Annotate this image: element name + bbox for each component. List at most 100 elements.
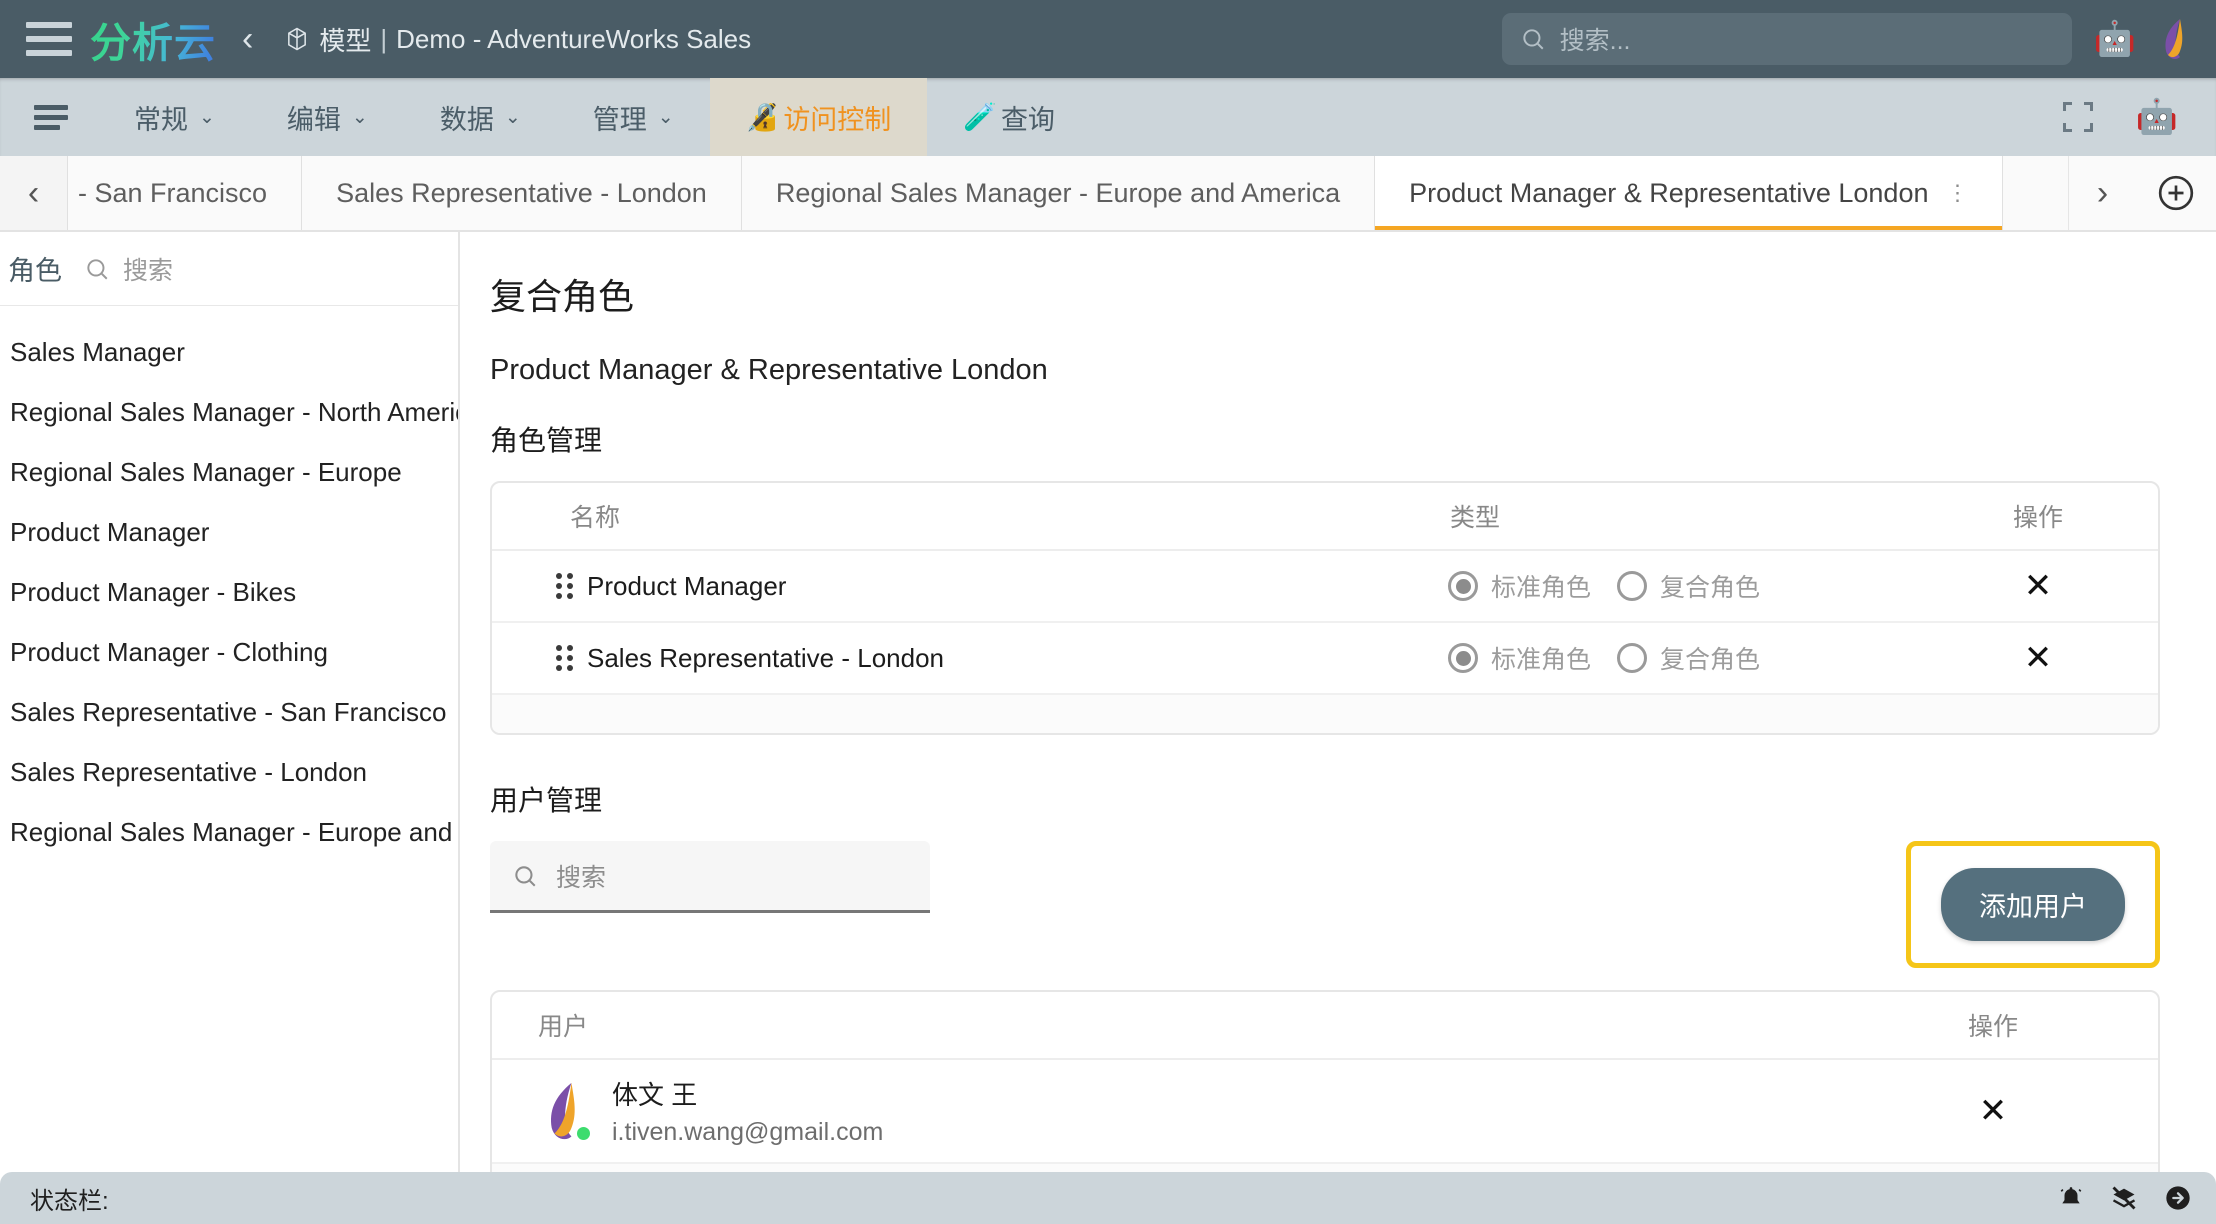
chevron-down-icon: ⌄ [199,106,215,128]
sidebar-item-product-manager[interactable]: Product Manager [0,502,458,562]
role-row-name: Product Manager [587,570,787,601]
user-search-input[interactable]: 搜索 [490,841,930,913]
sidebar-item-sales-representative-london[interactable]: Sales Representative - London [0,742,458,802]
global-search-placeholder: 搜索... [1559,27,1631,55]
role-table-header-type: 类型 [1450,504,1501,532]
assistant-robot-icon[interactable]: 🤖 [2094,22,2136,56]
radio-standard-role[interactable]: 标准角色 [1448,640,1591,676]
search-icon [87,258,108,279]
menu-item-data-label: 数据 [439,104,494,135]
main-content: 复合角色 Product Manager & Representative Lo… [460,232,2216,1172]
bell-icon[interactable] [2058,1185,2084,1211]
role-item-label: Regional Sales Manager - North America [10,396,458,427]
radio-composite-role[interactable]: 复合角色 [1617,568,1760,604]
app-leaf-logo-icon[interactable] [2158,17,2190,61]
tab-list: - San Francisco Sales Representative - L… [68,156,2068,230]
sidebar-item-regional-sales-manager-europe[interactable]: Regional Sales Manager - Europe [0,442,458,502]
fullscreen-icon[interactable] [2060,99,2096,135]
menu-item-general[interactable]: 常规 ⌄ [98,78,251,156]
roles-list: Sales Manager Regional Sales Manager - N… [0,306,458,1172]
tab-scroll-right-button[interactable]: › [2068,156,2136,230]
hamburger-menu-icon[interactable] [26,22,72,56]
layers-off-icon[interactable] [2110,1184,2138,1212]
role-table-footer [492,695,2158,733]
radio-standard-role[interactable]: 标准角色 [1448,568,1591,604]
user-email: i.tiven.wang@gmail.com [612,1118,884,1146]
tab-scroll-left-button[interactable]: ‹ [0,156,68,230]
table-row: 体文 王 i.tiven.wang@gmail.com ✕ [492,1060,2158,1164]
remove-role-button[interactable]: ✕ [2024,641,2053,675]
test-tube-icon: 🧪 [963,102,997,132]
menu-item-query[interactable]: 🧪 查询 [927,78,1091,156]
role-row-action-cell: ✕ [1918,641,2158,675]
sidebar-item-regional-sales-manager-europe-and-america[interactable]: Regional Sales Manager - Europe and A... [0,802,458,862]
menu-item-query-label: 查询 [1000,104,1055,135]
user-table-header-action: 操作 [1967,1013,2018,1041]
tab-sales-representative-san-francisco[interactable]: - San Francisco [68,156,303,230]
online-status-indicator [575,1125,592,1142]
menu-grip-icon[interactable] [0,78,98,156]
plus-circle-icon [2158,175,2194,211]
sidebar-item-regional-sales-manager-north-america[interactable]: Regional Sales Manager - North America [0,382,458,442]
menu-item-manage[interactable]: 管理 ⌄ [557,78,710,156]
menu-bar-right-group: 🤖 [2060,78,2216,156]
role-table-header-action: 操作 [2012,504,2063,532]
back-icon[interactable]: ‹ [242,22,253,56]
table-row: Sales Representative - London 标准角色 复合角色 … [492,623,2158,695]
sidebar-item-product-manager-bikes[interactable]: Product Manager - Bikes [0,562,458,622]
drag-handle-icon[interactable] [556,573,573,599]
user-row-user-cell: 体文 王 i.tiven.wang@gmail.com [492,1075,1828,1147]
role-management-title: 角色管理 [490,425,603,456]
sidebar-item-sales-representative-san-francisco[interactable]: Sales Representative - San Francisco [0,682,458,742]
radio-standard-role-label: 标准角色 [1491,574,1592,602]
sidebar-item-product-manager-clothing[interactable]: Product Manager - Clothing [0,622,458,682]
radio-composite-role[interactable]: 复合角色 [1617,640,1760,676]
radio-composite-role-icon [1617,643,1648,673]
sidebar-item-sales-manager[interactable]: Sales Manager [0,322,458,382]
breadcrumb: 模型 | Demo - AdventureWorks Sales [283,21,751,58]
role-management-table: 名称 类型 操作 Product Manager 标准角色 复合角色 ✕ Sal… [490,481,2160,735]
remove-user-button[interactable]: ✕ [1979,1094,2008,1128]
breadcrumb-document-title: Demo - AdventureWorks Sales [396,23,752,54]
radio-standard-role-icon [1448,643,1478,673]
add-user-button[interactable]: 添加用户 [1941,868,2125,941]
user-management-toolbar: 搜索 添加用户 [490,841,2160,968]
assistant-robot-icon[interactable]: 🤖 [2136,100,2178,134]
user-search-placeholder: 搜索 [556,863,607,892]
tab-regional-sales-manager-europe-and-america[interactable]: Regional Sales Manager - Europe and Amer… [741,156,1376,230]
lock-pen-icon: 🔏 [745,102,780,132]
roles-search-input[interactable]: 搜索 [84,251,173,287]
remove-role-button[interactable]: ✕ [2024,569,2053,603]
status-bar: 状态栏: [0,1172,2216,1224]
tab-sales-representative-london[interactable]: Sales Representative - London [302,156,742,230]
role-row-type-cell: 标准角色 复合角色 [1448,640,1918,676]
app-brand-logo: 分析云 [90,9,216,69]
menu-item-edit[interactable]: 编辑 ⌄ [251,78,404,156]
radio-composite-role-label: 复合角色 [1660,646,1761,674]
role-item-label: Sales Manager [10,336,185,367]
tab-label: Sales Representative - London [336,177,707,208]
add-tab-button[interactable] [2136,156,2216,230]
breadcrumb-separator: | [380,23,388,54]
role-row-name: Sales Representative - London [587,642,945,673]
navigation-arrow-icon[interactable] [2164,1184,2192,1212]
tab-options-kebab-icon[interactable]: ⋮ [1946,182,1968,204]
status-bar-label: 状态栏: [30,1187,109,1215]
page-subtitle: Product Manager & Representative London [490,354,1048,386]
global-search-input[interactable]: 搜索... [1501,13,2072,65]
tab-strip: ‹ - San Francisco Sales Representative -… [0,156,2216,232]
menu-item-data[interactable]: 数据 ⌄ [404,78,557,156]
status-bar-icons [2058,1184,2192,1212]
menu-item-access-control[interactable]: 🔏 访问控制 [709,78,928,156]
user-management-title: 用户管理 [490,785,603,816]
drag-handle-icon[interactable] [556,645,573,671]
tab-product-manager-representative-london[interactable]: Product Manager & Representative London … [1375,156,2004,230]
tab-label: Product Manager & Representative London [1409,177,1929,208]
role-row-name-cell: Sales Representative - London [492,643,1448,674]
role-item-label: Sales Representative - London [10,756,368,787]
role-row-name-cell: Product Manager [492,571,1448,602]
chevron-down-icon: ⌄ [504,106,521,128]
menu-item-general-label: 常规 [134,104,188,135]
role-table-header-name: 名称 [570,504,621,532]
breadcrumb-model-label: 模型 [319,25,372,56]
